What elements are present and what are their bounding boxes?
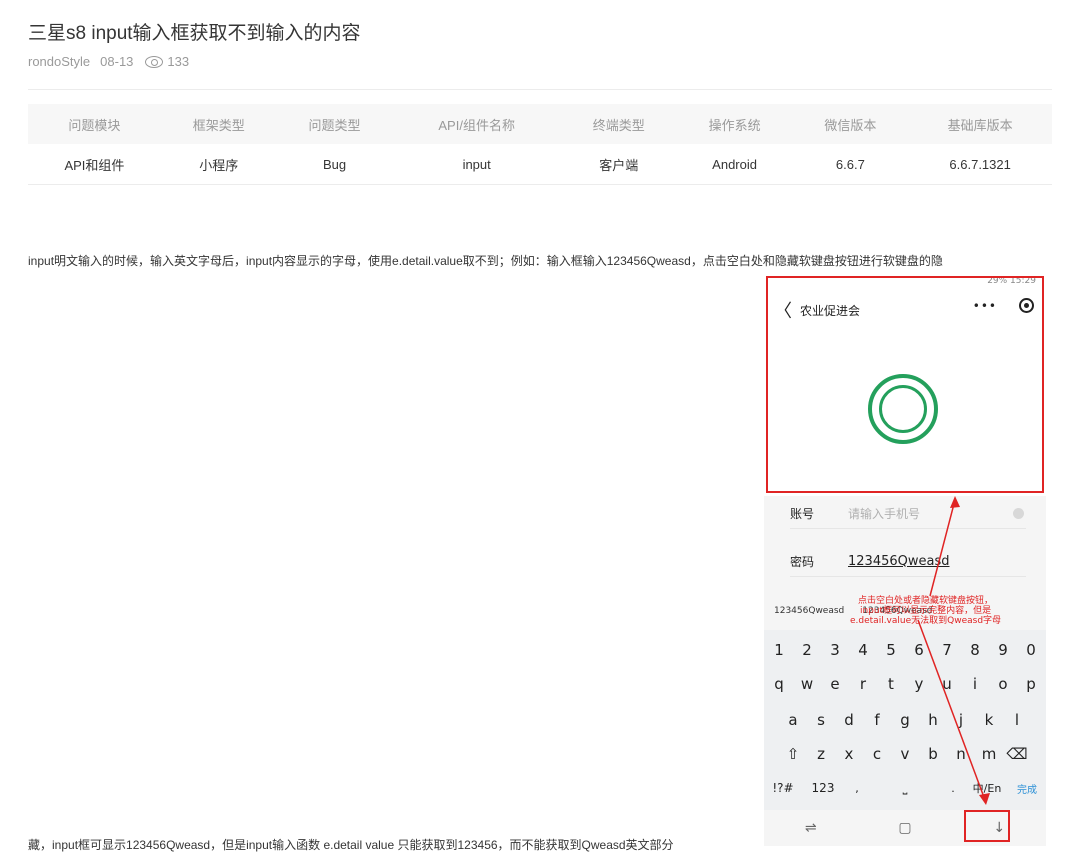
divider — [28, 89, 1052, 90]
space-icon: ⎵ — [902, 780, 908, 795]
account-placeholder: 请输入手机号 — [848, 506, 921, 521]
soft-keyboard: 1 2 3 4 5 6 7 8 9 0 q w e r t y u i o p … — [764, 630, 1046, 810]
key: w — [800, 675, 814, 693]
table-cell: Bug — [322, 156, 347, 172]
key: o — [998, 675, 1008, 693]
key: t — [888, 675, 894, 693]
view-count: 133 — [167, 54, 190, 69]
table-header: API/组件名称 — [392, 104, 561, 144]
table-cell: 6.6.7.1321 — [949, 156, 1011, 172]
key: 0 — [1026, 641, 1036, 659]
key: 1 — [774, 641, 784, 659]
keyboard-row-numbers: 1 2 3 4 5 6 7 8 9 0 — [764, 636, 1046, 664]
key: f — [874, 711, 880, 729]
key: u — [942, 675, 952, 693]
home-icon: ▢ — [898, 820, 912, 836]
body-paragraph-1: input明文输入的时候，输入英文字母后，input内容显示的字母，使用e.de… — [28, 254, 943, 268]
key: 7 — [942, 641, 952, 659]
key-symbols: !?# — [772, 781, 794, 795]
key: 9 — [998, 641, 1008, 659]
key: b — [928, 745, 938, 763]
eye-icon — [145, 55, 164, 68]
key-comma: , — [855, 781, 859, 795]
key: 2 — [802, 641, 812, 659]
annotation-line: input框可以显示完整内容，但是 — [859, 606, 992, 616]
key: h — [928, 711, 938, 729]
key: e — [830, 675, 840, 693]
table-header: 基础库版本 — [908, 104, 1052, 144]
recent-apps-icon: ⇌ — [804, 820, 817, 836]
keyboard-row-asdf: a s d f g h j k l — [764, 706, 1046, 734]
key: j — [958, 711, 964, 729]
author-name[interactable]: rondoStyle — [28, 54, 90, 69]
key-language: 中/En — [972, 782, 1002, 795]
red-annotation: 点击空白处或者隐藏软键盘按钮， input框可以显示完整内容，但是 e.deta… — [850, 596, 1001, 626]
table-cell: Android — [712, 156, 757, 172]
account-field: 账号 请输入手机号 — [790, 498, 1026, 529]
password-value: 123456Qweasd — [848, 553, 950, 569]
account-label: 账号 — [790, 506, 815, 521]
table-cell: API和组件 — [64, 157, 125, 173]
key: 4 — [858, 641, 868, 659]
table-cell: 客户端 — [599, 157, 639, 173]
key: l — [1014, 711, 1020, 729]
keyboard-row-qwerty: q w e r t y u i o p — [764, 670, 1046, 698]
keyboard-row-bottom: !?# 123 , ⎵ . 中/En 完成 — [764, 774, 1046, 802]
key: m — [981, 745, 997, 763]
password-field: 密码 123456Qweasd — [790, 546, 1026, 577]
key-dot: . — [951, 781, 955, 795]
shift-icon: ⇧ — [786, 745, 800, 763]
key: 6 — [914, 641, 924, 659]
table-header: 终端类型 — [560, 104, 677, 144]
keyboard-row-zxcv: ⇧ z x c v b n m ⌫ — [764, 740, 1046, 768]
annotation-line: e.detail.value无法取到Qweasd字母 — [850, 616, 1002, 626]
key-numbers: 123 — [811, 781, 835, 795]
key: y — [914, 675, 924, 693]
table-header: 问题类型 — [276, 104, 393, 144]
key: n — [956, 745, 966, 763]
table-header: 问题模块 — [28, 104, 161, 144]
key: x — [844, 745, 854, 763]
key: p — [1026, 675, 1036, 693]
table-cell: 小程序 — [199, 157, 239, 173]
key: 5 — [886, 641, 896, 659]
table-cell: input — [462, 156, 491, 172]
table-cell: 6.6.7 — [835, 156, 865, 172]
key: c — [872, 745, 882, 763]
table-header-row: 问题模块 框架类型 问题类型 API/组件名称 终端类型 操作系统 微信版本 基… — [28, 104, 1052, 144]
key: i — [972, 675, 978, 693]
issue-info-table: 问题模块 框架类型 问题类型 API/组件名称 终端类型 操作系统 微信版本 基… — [28, 104, 1052, 185]
table-row: API和组件 小程序 Bug input 客户端 Android 6.6.7 6… — [28, 144, 1052, 185]
annotation-line: 点击空白处或者隐藏软键盘按钮， — [858, 596, 994, 606]
key: s — [817, 711, 825, 729]
key: d — [844, 711, 854, 729]
key: q — [774, 675, 784, 693]
table-header: 操作系统 — [676, 104, 793, 144]
table-header: 微信版本 — [792, 104, 909, 144]
highlight-box-hide-key — [964, 810, 1010, 842]
body-paragraph-2: 藏，input框可显示123456Qweasd，但是input输入函数 e.de… — [28, 838, 674, 852]
backspace-icon: ⌫ — [1006, 745, 1028, 763]
post-title: 三星s8 input输入框获取不到输入的内容 — [28, 23, 361, 44]
table-header: 框架类型 — [160, 104, 277, 144]
key: v — [900, 745, 910, 763]
key: 8 — [970, 641, 980, 659]
suggestion-item: 123456Qweasd — [774, 606, 845, 616]
key: g — [900, 711, 910, 729]
key: r — [859, 675, 867, 693]
key: k — [984, 711, 994, 729]
key: a — [788, 711, 798, 729]
post-meta: rondoStyle 08-13 133 — [28, 54, 189, 69]
clear-icon — [1013, 507, 1024, 519]
key: z — [817, 745, 825, 763]
key-done: 完成 — [1017, 784, 1037, 796]
post-date: 08-13 — [100, 54, 134, 69]
highlight-box-top — [766, 276, 1044, 493]
password-label: 密码 — [790, 554, 815, 569]
key: 3 — [830, 641, 840, 659]
